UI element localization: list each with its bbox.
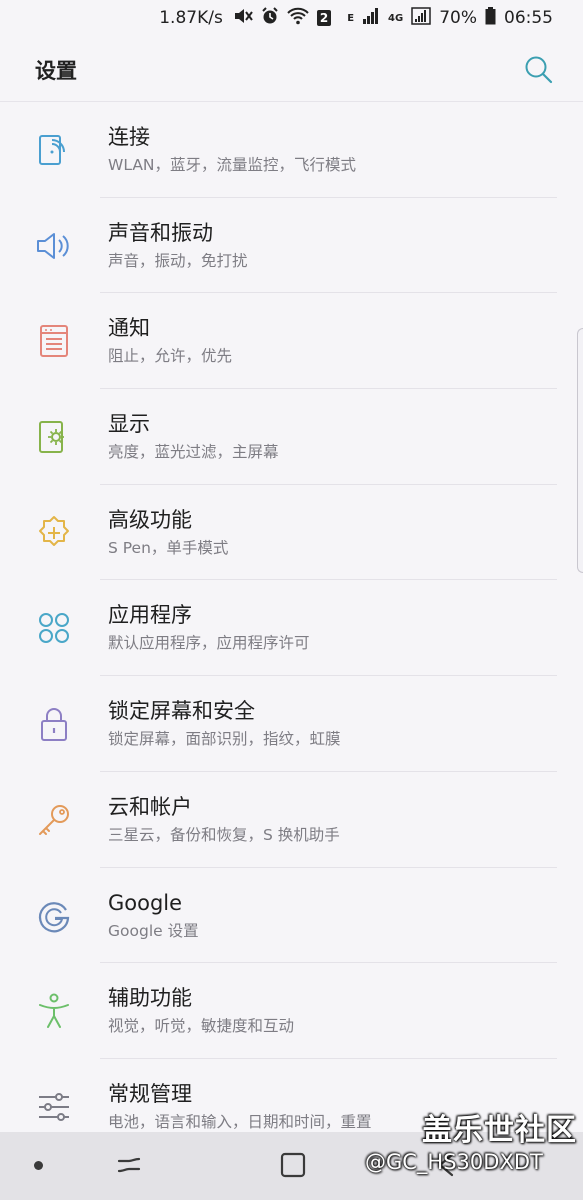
advanced-gear-icon — [34, 513, 74, 553]
app-bar: 设置 — [0, 36, 583, 102]
recent-apps-button[interactable] — [115, 1151, 143, 1179]
google-icon — [34, 896, 74, 936]
signal-icon — [362, 7, 380, 30]
item-subtitle: S Pen，单手模式 — [108, 538, 229, 557]
key-icon — [34, 800, 74, 840]
wifi-icon — [287, 7, 309, 30]
edge-panel-handle[interactable] — [577, 328, 583, 573]
clock: 06:55 — [504, 8, 553, 28]
sim-badge: 2 — [316, 10, 332, 26]
connection-icon — [34, 130, 74, 170]
watermark-user: @GC_HS30DXDT — [365, 1150, 543, 1174]
notification-icon — [34, 321, 74, 361]
status-bar: 1.87K/s 2 E 4G 70% 06:55 — [0, 0, 583, 36]
item-label: 高级功能 — [108, 507, 192, 532]
page-title: 设置 — [35, 59, 77, 83]
network-speed: 1.87K/s — [159, 8, 223, 28]
search-icon — [525, 56, 553, 84]
signal-icon-2 — [411, 6, 431, 30]
item-label: 连接 — [108, 125, 150, 149]
item-subtitle: 三星云，备份和恢复，S 换机助手 — [108, 825, 340, 844]
home-button[interactable] — [280, 1152, 306, 1178]
watermark-brand: 盖乐世社区 — [422, 1113, 577, 1148]
item-label: 通知 — [108, 316, 150, 341]
item-subtitle: 默认应用程序，应用程序许可 — [108, 634, 310, 653]
settings-item-lock-security[interactable]: 锁定屏幕和安全 锁定屏幕，面部识别，指纹，虹膜 — [0, 676, 583, 772]
sliders-icon — [34, 1087, 74, 1127]
status-icons: 2 E 4G 70% 06:55 — [233, 6, 553, 30]
item-subtitle: 锁定屏幕，面部识别，指纹，虹膜 — [108, 730, 341, 749]
settings-item-accessibility[interactable]: 辅助功能 视觉，听觉，敏捷度和互动 — [0, 963, 583, 1059]
item-subtitle: 声音，振动，免打扰 — [108, 251, 248, 270]
settings-item-google[interactable]: Google Google 设置 — [0, 868, 583, 964]
item-subtitle: WLAN，蓝牙，流量监控，飞行模式 — [108, 156, 357, 174]
item-label: 锁定屏幕和安全 — [108, 699, 255, 724]
item-label: 应用程序 — [108, 603, 192, 628]
search-button[interactable] — [522, 53, 554, 85]
accessibility-icon — [34, 991, 74, 1031]
item-label: 显示 — [108, 412, 150, 437]
item-subtitle: 阻止，允许，优先 — [108, 347, 233, 366]
lock-icon — [34, 704, 74, 744]
display-icon — [34, 417, 74, 457]
battery-percent: 70% — [439, 8, 477, 28]
settings-item-sound[interactable]: 声音和振动 声音，振动，免打扰 — [0, 198, 583, 294]
item-label: Google — [108, 890, 183, 915]
recent-apps-icon — [117, 1157, 141, 1173]
apps-icon — [34, 608, 74, 648]
mute-vibrate-icon — [233, 7, 253, 30]
home-icon — [280, 1152, 306, 1178]
settings-item-cloud-accounts[interactable]: 云和帐户 三星云，备份和恢复，S 换机助手 — [0, 772, 583, 868]
settings-list: 连接 WLAN，蓝牙，流量监控，飞行模式 声音和振动 声音，振动，免打扰 通知 … — [0, 102, 583, 1155]
settings-item-connections[interactable]: 连接 WLAN，蓝牙，流量监控，飞行模式 — [0, 102, 583, 198]
speaker-icon — [34, 226, 74, 266]
alarm-icon — [261, 6, 279, 30]
item-subtitle: Google 设置 — [108, 921, 199, 940]
item-label: 辅助功能 — [108, 986, 192, 1011]
battery-icon — [485, 6, 496, 30]
nav-dot-button[interactable] — [34, 1161, 43, 1170]
settings-item-advanced[interactable]: 高级功能 S Pen，单手模式 — [0, 485, 583, 581]
settings-item-notifications[interactable]: 通知 阻止，允许，优先 — [0, 293, 583, 390]
item-subtitle: 亮度，蓝光过滤，主屏幕 — [108, 443, 279, 462]
network-type-4g: 4G — [388, 12, 404, 24]
item-subtitle: 视觉，听觉，敏捷度和互动 — [108, 1017, 295, 1036]
item-label: 云和帐户 — [108, 794, 192, 819]
network-type-e: E — [347, 12, 355, 24]
settings-item-apps[interactable]: 应用程序 默认应用程序，应用程序许可 — [0, 580, 583, 677]
settings-item-display[interactable]: 显示 亮度，蓝光过滤，主屏幕 — [0, 389, 583, 485]
item-label: 声音和振动 — [108, 220, 213, 245]
